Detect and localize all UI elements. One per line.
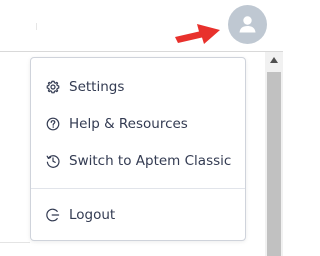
menu-item-label: Logout bbox=[69, 207, 116, 223]
user-avatar-icon bbox=[239, 16, 256, 33]
logout-icon bbox=[46, 208, 60, 222]
user-dropdown-menu: Settings Help & Resources Switch to Apte… bbox=[30, 57, 246, 241]
menu-item-label: Help & Resources bbox=[69, 116, 188, 132]
menu-item-switch-classic[interactable]: Switch to Aptem Classic bbox=[31, 146, 245, 176]
menu-item-logout[interactable]: Logout bbox=[31, 200, 245, 230]
menu-item-help-resources[interactable]: Help & Resources bbox=[31, 109, 245, 139]
menu-item-settings[interactable]: Settings bbox=[31, 72, 245, 102]
page-divider bbox=[0, 242, 30, 243]
top-header bbox=[0, 0, 283, 52]
help-circle-icon bbox=[46, 117, 60, 131]
scroll-up-arrow-icon bbox=[270, 57, 278, 63]
menu-item-label: Settings bbox=[69, 79, 125, 95]
menu-divider bbox=[31, 188, 245, 189]
scrollbar-thumb[interactable] bbox=[267, 72, 281, 256]
annotation-arrow-icon bbox=[175, 24, 220, 44]
app-window: Settings Help & Resources Switch to Apte… bbox=[0, 0, 283, 256]
gear-icon bbox=[46, 80, 60, 94]
menu-item-label: Switch to Aptem Classic bbox=[69, 153, 232, 169]
header-divider bbox=[36, 23, 37, 30]
history-clock-icon bbox=[46, 154, 60, 168]
user-avatar-button[interactable] bbox=[228, 5, 267, 44]
scroll-up-button[interactable] bbox=[265, 52, 283, 69]
